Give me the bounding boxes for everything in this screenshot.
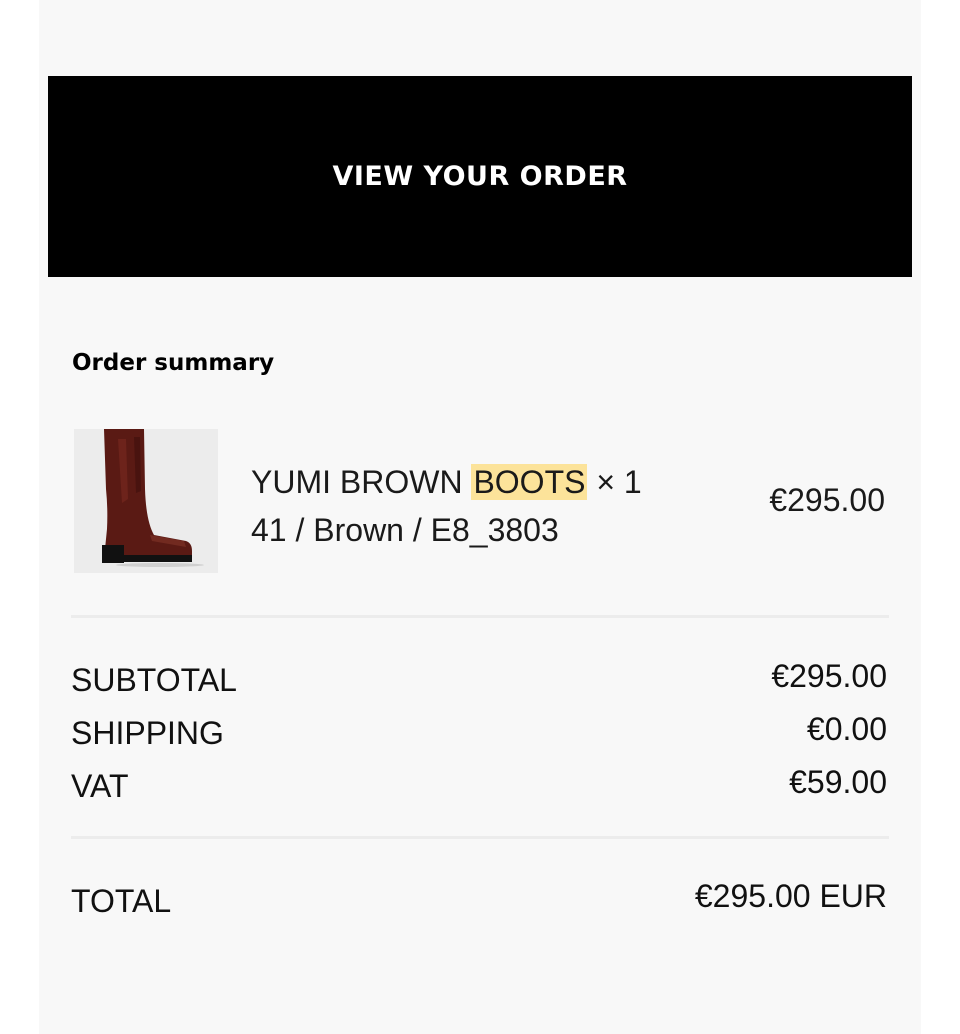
- shipping-label: SHIPPING: [71, 715, 224, 751]
- item-title: YUMI BROWN BOOTS × 1: [251, 458, 642, 506]
- divider: [71, 836, 889, 839]
- vat-label: VAT: [71, 768, 129, 804]
- order-summary-heading: Order summary: [72, 350, 275, 376]
- order-item: YUMI BROWN BOOTS × 1 41 / Brown / E8_380…: [251, 458, 642, 554]
- page: VIEW YOUR ORDER Order summary YUMI BROWN…: [0, 0, 960, 1034]
- brown-boot-image: [74, 429, 218, 573]
- subtotal-value: €295.00: [771, 658, 887, 694]
- view-order-label: VIEW YOUR ORDER: [332, 161, 628, 192]
- item-name-highlight: BOOTS: [471, 464, 588, 500]
- subtotal-label: SUBTOTAL: [71, 662, 237, 698]
- product-image[interactable]: [74, 429, 218, 573]
- divider: [71, 615, 889, 618]
- total-value: €295.00 EUR: [694, 878, 887, 914]
- vat-value: €59.00: [789, 764, 887, 800]
- item-quantity: × 1: [596, 464, 642, 500]
- view-order-button[interactable]: VIEW YOUR ORDER: [48, 76, 912, 277]
- item-price: €295.00: [769, 482, 885, 518]
- item-name: YUMI BROWN: [251, 464, 463, 500]
- total-label: TOTAL: [71, 883, 172, 919]
- item-variant: 41 / Brown / E8_3803: [251, 512, 559, 548]
- shipping-value: €0.00: [806, 711, 887, 747]
